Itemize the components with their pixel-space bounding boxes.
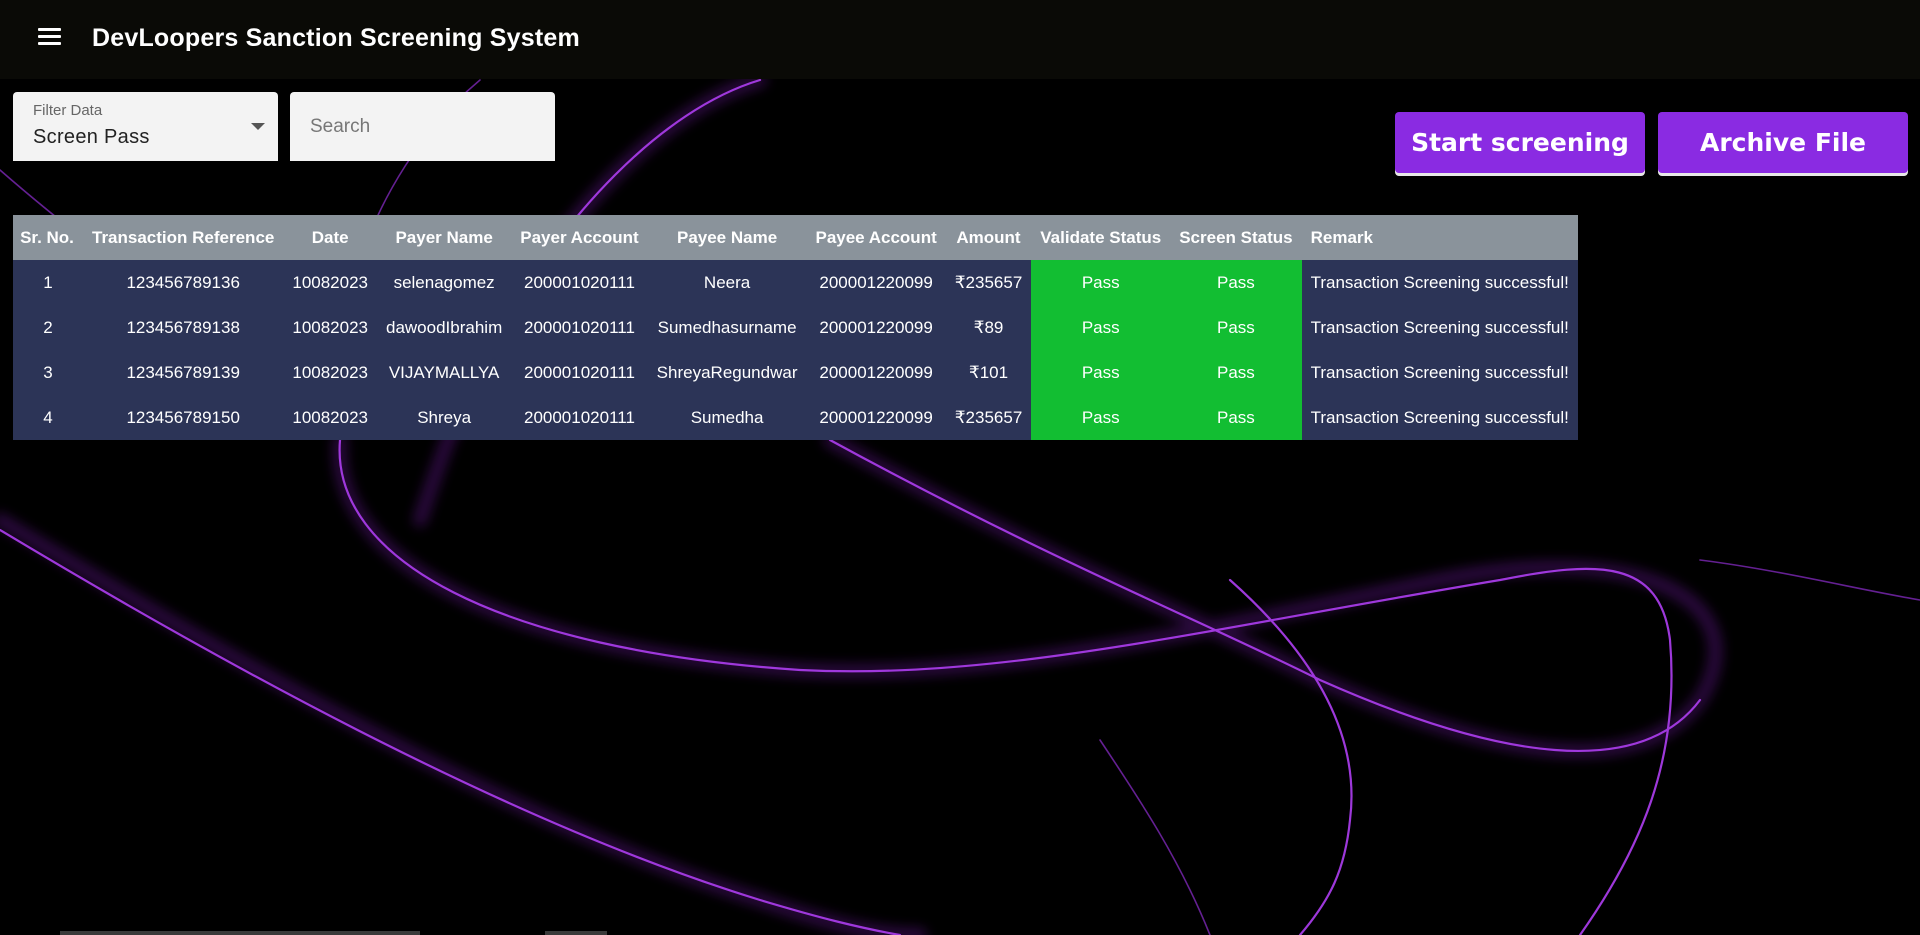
cell-amount: ₹89 — [945, 305, 1032, 350]
cell-date: 10082023 — [283, 350, 377, 395]
cell-payer-name: dawoodIbrahim — [377, 305, 512, 350]
cell-payer-account: 200001020111 — [511, 260, 648, 305]
column-header-remark[interactable]: Remark — [1301, 215, 1578, 260]
cell-payee-name: ShreyaRegundwar — [647, 350, 807, 395]
app-bar: DevLoopers Sanction Screening System — [0, 0, 1920, 79]
cell-sr-no: 1 — [13, 260, 83, 305]
cell-payer-account: 200001020111 — [511, 395, 648, 440]
table-row[interactable]: 4 123456789150 10082023 Shreya 200001020… — [13, 395, 1578, 440]
screen-status-badge: Pass — [1170, 260, 1302, 305]
table-header-row: Sr. No. Transaction Reference Date Payer… — [13, 215, 1578, 260]
cell-sr-no: 2 — [13, 305, 83, 350]
cell-date: 10082023 — [283, 305, 377, 350]
cell-transaction-reference: 123456789138 — [83, 305, 284, 350]
cell-transaction-reference: 123456789150 — [83, 395, 284, 440]
filter-data-value: Screen Pass — [33, 126, 150, 148]
filter-data-select[interactable]: Filter Data Screen Pass — [13, 92, 278, 161]
validate-status-badge: Pass — [1031, 260, 1171, 305]
table-row[interactable]: 2 123456789138 10082023 dawoodIbrahim 20… — [13, 305, 1578, 350]
cell-payer-name: Shreya — [377, 395, 512, 440]
column-header-payer-name[interactable]: Payer Name — [377, 215, 512, 260]
cell-payee-account: 200001220099 — [806, 395, 946, 440]
column-header-screen-status[interactable]: Screen Status — [1170, 215, 1302, 260]
cell-payer-name: VIJAYMALLYA — [377, 350, 512, 395]
menu-icon-bar — [38, 35, 61, 38]
cell-sr-no: 4 — [13, 395, 83, 440]
menu-icon[interactable] — [38, 28, 62, 50]
menu-icon-bar — [38, 42, 61, 45]
cell-amount: ₹235657 — [945, 395, 1032, 440]
cell-payee-name: Neera — [647, 260, 807, 305]
table-row[interactable]: 1 123456789136 10082023 selenagomez 2000… — [13, 260, 1578, 305]
transactions-table: Sr. No. Transaction Reference Date Payer… — [13, 215, 1578, 440]
search-field — [290, 92, 555, 161]
column-header-payee-account[interactable]: Payee Account — [806, 215, 946, 260]
screen-status-badge: Pass — [1170, 305, 1302, 350]
filter-data-label: Filter Data — [33, 102, 103, 119]
cell-date: 10082023 — [283, 260, 377, 305]
app-page: DevLoopers Sanction Screening System Fil… — [0, 0, 1920, 935]
screen-status-badge: Pass — [1170, 350, 1302, 395]
column-header-transaction-reference[interactable]: Transaction Reference — [83, 215, 284, 260]
validate-status-badge: Pass — [1031, 395, 1171, 440]
dropdown-arrow-icon — [251, 123, 265, 130]
cell-remark: Transaction Screening successful! — [1301, 395, 1578, 440]
cell-payee-account: 200001220099 — [806, 350, 946, 395]
column-header-amount[interactable]: Amount — [945, 215, 1032, 260]
horizontal-scrollbar-thumb[interactable] — [545, 931, 607, 935]
cell-amount: ₹235657 — [945, 260, 1032, 305]
cell-payer-account: 200001020111 — [511, 350, 648, 395]
cell-payer-name: selenagomez — [377, 260, 512, 305]
cell-date: 10082023 — [283, 395, 377, 440]
cell-payer-account: 200001020111 — [511, 305, 648, 350]
cell-payee-account: 200001220099 — [806, 305, 946, 350]
cell-remark: Transaction Screening successful! — [1301, 350, 1578, 395]
cell-payee-account: 200001220099 — [806, 260, 946, 305]
column-header-validate-status[interactable]: Validate Status — [1031, 215, 1171, 260]
horizontal-scrollbar[interactable] — [60, 931, 420, 935]
screen-status-badge: Pass — [1170, 395, 1302, 440]
app-title: DevLoopers Sanction Screening System — [92, 24, 580, 52]
column-header-payee-name[interactable]: Payee Name — [647, 215, 807, 260]
menu-icon-bar — [38, 28, 61, 31]
cell-amount: ₹101 — [945, 350, 1032, 395]
cell-transaction-reference: 123456789139 — [83, 350, 284, 395]
search-input[interactable] — [290, 92, 555, 161]
cell-sr-no: 3 — [13, 350, 83, 395]
column-header-payer-account[interactable]: Payer Account — [511, 215, 648, 260]
validate-status-badge: Pass — [1031, 350, 1171, 395]
column-header-date[interactable]: Date — [283, 215, 377, 260]
cell-remark: Transaction Screening successful! — [1301, 260, 1578, 305]
column-header-sr-no[interactable]: Sr. No. — [13, 215, 83, 260]
cell-payee-name: Sumedha — [647, 395, 807, 440]
cell-transaction-reference: 123456789136 — [83, 260, 284, 305]
cell-payee-name: Sumedhasurname — [647, 305, 807, 350]
archive-file-button[interactable]: Archive File — [1658, 112, 1908, 173]
start-screening-button[interactable]: Start screening — [1395, 112, 1645, 173]
table-row[interactable]: 3 123456789139 10082023 VIJAYMALLYA 2000… — [13, 350, 1578, 395]
validate-status-badge: Pass — [1031, 305, 1171, 350]
cell-remark: Transaction Screening successful! — [1301, 305, 1578, 350]
